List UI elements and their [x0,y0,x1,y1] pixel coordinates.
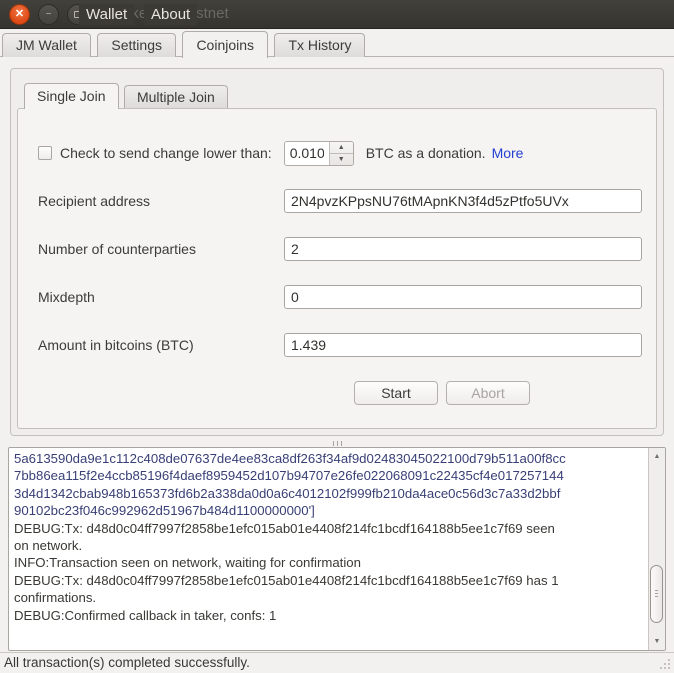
close-icon[interactable]: ✕ [9,4,30,25]
donation-amount-input[interactable] [285,142,329,165]
donation-row: Check to send change lower than: ▲ ▼ BTC… [38,141,642,165]
status-message: All transaction(s) completed successfull… [4,655,250,670]
scrollbar-thumb[interactable] [650,565,663,623]
recipient-address-row: Recipient address [38,189,642,213]
tab-jm-wallet[interactable]: JM Wallet [2,33,91,57]
log-scrollbar[interactable]: ▲ ▼ [648,448,665,650]
mixdepth-input[interactable] [284,285,642,309]
window-controls: ✕ − [9,4,88,25]
donation-more-link[interactable]: More [492,145,524,161]
titlebar: JoinMarketQt - Testnet ✕ − Wallet About [0,0,674,29]
counterparties-input[interactable] [284,237,642,261]
donation-checkbox[interactable] [38,146,52,160]
tab-settings[interactable]: Settings [97,33,176,57]
log-line: DEBUG:Confirmed callback in taker, confs… [14,607,645,624]
main-tabbar: JM Wallet Settings Coinjoins Tx History [0,29,674,57]
scroll-down-icon[interactable]: ▼ [649,634,665,649]
log-line: 3d4d1342cbab948b165373fd6b2a338da0d0a6c4… [14,485,645,502]
tab-tx-history[interactable]: Tx History [274,33,365,57]
mixdepth-label: Mixdepth [38,289,284,305]
tab-multiple-join[interactable]: Multiple Join [124,85,228,108]
log-line: DEBUG:Tx: d48d0c04ff7997f2858be1efc015ab… [14,520,645,537]
log-line: on network. [14,537,645,554]
menu-about[interactable]: About [144,4,197,25]
coinjoin-groupbox: Single Join Multiple Join Check to send … [10,68,664,436]
donation-suffix-label: BTC as a donation. [366,145,486,161]
app-window: JoinMarketQt - Testnet ✕ − Wallet About … [0,0,674,673]
splitter-grip-icon [333,441,342,446]
log-line: 90102bc23f046c992962d51967b484d110000000… [14,502,645,519]
single-join-pane: Check to send change lower than: ▲ ▼ BTC… [17,108,657,429]
thumb-grip-icon [655,590,658,599]
counterparties-label: Number of counterparties [38,241,284,257]
donation-checkbox-label: Check to send change lower than: [60,145,272,161]
amount-input[interactable] [284,333,642,357]
log-textarea[interactable]: 5a613590da9e1c112c408de07637de4ee83ca8df… [8,447,666,651]
resize-grip-icon[interactable] [658,657,670,669]
log-line: 7bb86ea115f2e4ccb85196f4daef8959452d107b… [14,467,645,484]
splitter-handle[interactable] [0,440,674,447]
amount-label: Amount in bitcoins (BTC) [38,337,284,353]
spin-buttons: ▲ ▼ [329,142,353,165]
start-button[interactable]: Start [354,381,438,405]
scroll-up-icon[interactable]: ▲ [649,449,665,464]
log-line: INFO:Transaction seen on network, waitin… [14,554,645,571]
tab-coinjoins[interactable]: Coinjoins [182,31,268,58]
recipient-address-label: Recipient address [38,193,284,209]
tab-single-join[interactable]: Single Join [24,83,119,109]
minimize-icon[interactable]: − [38,4,59,25]
log-line: 5a613590da9e1c112c408de07637de4ee83ca8df… [14,450,645,467]
log-text: 5a613590da9e1c112c408de07637de4ee83ca8df… [14,450,645,648]
amount-row: Amount in bitcoins (BTC) [38,333,642,357]
action-buttons: Start Abort [354,381,642,405]
spin-down-icon[interactable]: ▼ [330,154,353,165]
mixdepth-row: Mixdepth [38,285,642,309]
counterparties-row: Number of counterparties [38,237,642,261]
recipient-address-input[interactable] [284,189,642,213]
join-subtabbar: Single Join Multiple Join [23,82,228,108]
donation-amount-spinbox: ▲ ▼ [284,141,354,166]
abort-button[interactable]: Abort [446,381,530,405]
menu-wallet[interactable]: Wallet [79,4,134,25]
spin-up-icon[interactable]: ▲ [330,142,353,154]
log-line: DEBUG:Tx: d48d0c04ff7997f2858be1efc015ab… [14,572,645,589]
statusbar: All transaction(s) completed successfull… [0,652,674,673]
single-join-form: Check to send change lower than: ▲ ▼ BTC… [18,109,656,405]
log-line: confirmations. [14,589,645,606]
coinjoins-page: Single Join Multiple Join Check to send … [0,57,674,652]
